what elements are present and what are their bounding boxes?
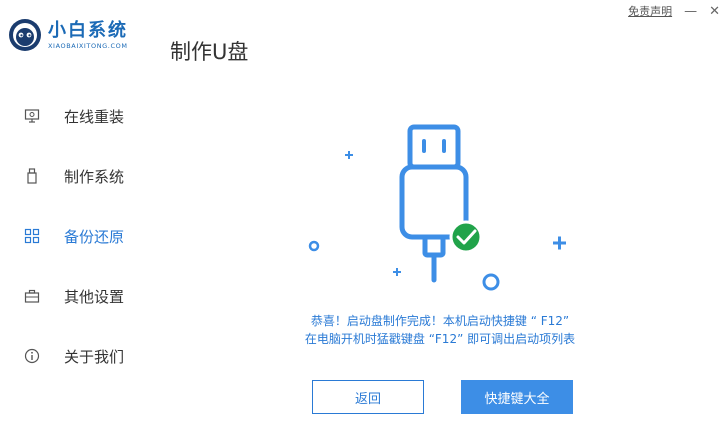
plus-icon [345,151,353,159]
sidebar-item-backup-restore[interactable]: 备份还原 [0,221,160,251]
sidebar-item-label: 制作系统 [64,167,125,186]
window-controls: 免责声明 — ✕ [628,2,720,20]
plus-icon [553,236,566,250]
sidebar-item-about-us[interactable]: 关于我们 [0,341,160,371]
circle-decoration [482,273,500,291]
briefcase-icon [24,289,40,303]
success-message: 恭喜！启动盘制作完成！本机启动快捷键 “ F12” [310,314,570,328]
sidebar-item-other-settings[interactable]: 其他设置 [0,281,160,311]
back-button[interactable]: 返回 [312,380,424,414]
shortcut-keys-button[interactable]: 快捷键大全 [461,380,573,414]
logo-name: 小白系统 [48,19,128,41]
usb-success-illustration [308,124,566,291]
disclaimer-link[interactable]: 免责声明 [628,3,672,19]
sidebar-item-label: 其他设置 [64,287,125,306]
sidebar-item-online-reinstall[interactable]: 在线重装 [0,101,160,131]
usb-icon [27,168,37,184]
sidebar-item-make-system[interactable]: 制作系统 [0,161,160,191]
logo-icon [9,19,41,51]
usb-drive-icon [399,124,469,283]
circle-decoration [308,240,320,252]
plus-icon [393,268,401,276]
logo-subtitle: XIAOBAIXITONG.COM [48,41,128,50]
page-title: 制作U盘 [170,40,249,64]
sidebar-item-label: 关于我们 [64,347,125,366]
minimize-button[interactable]: — [684,5,697,18]
grid-icon [24,228,40,244]
close-button[interactable]: ✕ [709,5,720,18]
monitor-icon [24,109,40,123]
info-icon [24,348,40,364]
app-logo: 小白系统 XIAOBAIXITONG.COM [8,18,128,52]
sidebar-item-label: 备份还原 [64,227,125,246]
sidebar-item-label: 在线重装 [64,107,125,126]
hint-message: 在电脑开机时猛戳键盘 “F12” 即可调出启动项列表 [304,332,576,346]
checkmark-icon [449,220,483,254]
